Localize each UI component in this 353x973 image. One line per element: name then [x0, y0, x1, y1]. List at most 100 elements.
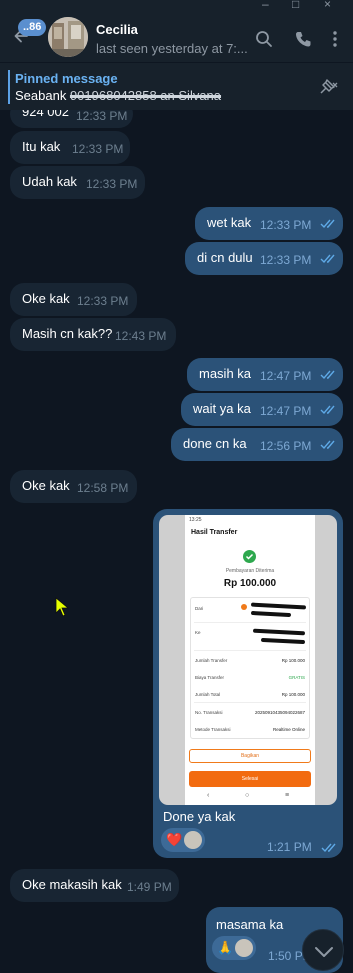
- message-text: Udah kak: [22, 174, 77, 189]
- message-time: 12:33 PM: [77, 294, 129, 308]
- read-ticks-icon: [320, 254, 335, 264]
- receipt-phone-screen: 13:25 Hasil Transfer Pembayaran Diterima…: [185, 515, 315, 805]
- receipt-from-label: Dari: [195, 606, 204, 611]
- message-time: 12:47 PM: [260, 404, 312, 418]
- message-text: masama ka: [216, 917, 284, 932]
- message-time: 12:56 PM: [260, 439, 312, 453]
- receipt-row-label: Biaya Transfer: [195, 675, 225, 680]
- pray-reaction-icon: 🙏: [217, 940, 234, 955]
- receipt-row-value: GRATIS: [288, 675, 305, 680]
- message-time: 12:33 PM: [86, 177, 138, 191]
- message-text: Done ya kak: [163, 809, 236, 824]
- check-circle-icon: [243, 550, 256, 563]
- message-time: 12:33 PM: [72, 142, 124, 156]
- receipt-title: Hasil Transfer: [191, 529, 238, 536]
- reactor-avatar: [184, 831, 202, 849]
- message-time: 12:33 PM: [260, 218, 312, 232]
- message-time: 1:49 PM: [127, 880, 172, 894]
- receipt-row-value: 20250910435094022687: [254, 710, 305, 715]
- redaction-mark: [252, 628, 306, 636]
- message-text: wait ya ka: [193, 401, 251, 416]
- pinned-text-top: Seabank 901968042858 an Silvana: [15, 88, 221, 103]
- redaction-mark: [250, 602, 307, 610]
- maximize-button[interactable]: □: [292, 0, 299, 11]
- divider: [194, 650, 306, 651]
- redaction-mark: [260, 637, 306, 645]
- read-ticks-icon: [320, 405, 335, 415]
- avatar[interactable]: [48, 17, 88, 57]
- message-time: 12:43 PM: [115, 329, 167, 343]
- receipt-row-label: Metode Transaksi: [195, 727, 231, 732]
- search-icon[interactable]: [255, 30, 273, 48]
- message-time: 12:33 PM: [260, 253, 312, 267]
- receipt-row-label: No. Transaksi: [195, 710, 223, 715]
- receipt-received: Pembayaran Diterima: [225, 568, 275, 574]
- nav-back-icon: ‹: [207, 792, 210, 799]
- reaction-chip[interactable]: ❤️: [161, 828, 205, 852]
- message-outgoing[interactable]: done cn ka 12:56 PM: [171, 428, 343, 461]
- receipt-status-time: 13:25: [189, 517, 202, 523]
- receipt-row-value: Rp 100.000: [281, 658, 305, 663]
- unpin-icon-top[interactable]: [318, 78, 340, 96]
- message-text: wet kak: [207, 215, 252, 230]
- read-ticks-icon: [320, 219, 335, 229]
- check-mark: [245, 553, 254, 560]
- message-text: Oke makasih kak: [22, 877, 122, 892]
- message-incoming[interactable]: Masih cn kak?? 12:43 PM: [10, 318, 176, 351]
- receipt-done-button: Selesai: [189, 771, 311, 787]
- read-ticks-icon: [320, 440, 335, 450]
- message-text: Masih cn kak??: [22, 326, 113, 341]
- chevron-down-icon: [315, 947, 333, 957]
- minimize-button[interactable]: –: [262, 0, 269, 11]
- message-text: Oke kak: [22, 291, 70, 306]
- close-window-button[interactable]: ×: [324, 0, 331, 11]
- nav-menu-icon: ≡: [285, 792, 290, 799]
- receipt-nav-bar: ‹ ○ ≡: [185, 792, 315, 805]
- message-text: di cn dulu: [197, 250, 253, 265]
- message-outgoing[interactable]: wait ya ka 12:47 PM: [181, 393, 343, 426]
- message-text: masih ka: [199, 366, 252, 381]
- receipt-row-label: Jumlah Transfer: [195, 658, 228, 663]
- message-incoming[interactable]: Oke kak 12:58 PM: [10, 470, 137, 503]
- message-time: 12:58 PM: [77, 481, 129, 495]
- message-outgoing[interactable]: masih ka 12:47 PM: [187, 358, 343, 391]
- pinned-title-top: Pinned message: [15, 71, 118, 86]
- receipt-share-button: Bagikan: [189, 749, 311, 763]
- unread-badge: ..86: [18, 19, 47, 36]
- read-ticks-icon: [321, 843, 336, 853]
- phone-icon[interactable]: [294, 30, 312, 48]
- message-outgoing[interactable]: di cn dulu 12:33 PM: [185, 242, 343, 275]
- nav-home-icon: ○: [245, 792, 250, 799]
- window-title-strip: – □ ×: [0, 0, 353, 11]
- contact-name[interactable]: Cecilia: [96, 22, 138, 37]
- message-incoming[interactable]: Oke kak 12:33 PM: [10, 283, 137, 316]
- last-seen-status: last seen yesterday at 7:...: [96, 41, 248, 56]
- message-incoming[interactable]: Oke makasih kak 1:49 PM: [10, 869, 179, 902]
- message-text: done cn ka: [183, 436, 247, 451]
- pinned-text-prefix-top: Seabank: [15, 88, 70, 103]
- message-time: 1:21 PM: [267, 840, 312, 854]
- heart-reaction-icon: ❤️: [166, 832, 183, 847]
- message-outgoing-photo[interactable]: 13:25 Hasil Transfer Pembayaran Diterima…: [153, 509, 343, 858]
- redaction-mark: [250, 610, 292, 618]
- reaction-chip[interactable]: 🙏: [212, 936, 256, 960]
- sender-icon: [241, 604, 247, 610]
- receipt-detail-card: Dari Ke Jumlah Transfer Rp 100.000 Biaya…: [190, 597, 310, 739]
- receipt-row-value: Rp 100.000: [281, 692, 305, 697]
- message-incoming[interactable]: Itu kak 12:33 PM: [10, 131, 130, 164]
- message-time: 12:47 PM: [260, 369, 312, 383]
- pinned-accent-bar-top: [8, 70, 10, 104]
- pinned-text-redacted-top: 901968042858 an Silvana: [69, 88, 222, 103]
- receipt-amount: Rp 100.000: [223, 578, 277, 589]
- more-vertical-icon[interactable]: [326, 30, 344, 48]
- message-incoming[interactable]: Udah kak 12:33 PM: [10, 166, 145, 199]
- receipt-screenshot[interactable]: 13:25 Hasil Transfer Pembayaran Diterima…: [159, 515, 337, 805]
- message-time: 12:33 PM: [76, 109, 128, 123]
- scroll-down-button[interactable]: [302, 929, 344, 971]
- message-outgoing[interactable]: wet kak 12:33 PM: [195, 207, 343, 240]
- divider: [194, 622, 306, 623]
- message-text: Oke kak: [22, 478, 70, 493]
- receipt-row-value: Realtime Online: [272, 727, 305, 732]
- receipt-to-label: Ke: [195, 630, 201, 635]
- mouse-cursor-icon: [55, 597, 69, 617]
